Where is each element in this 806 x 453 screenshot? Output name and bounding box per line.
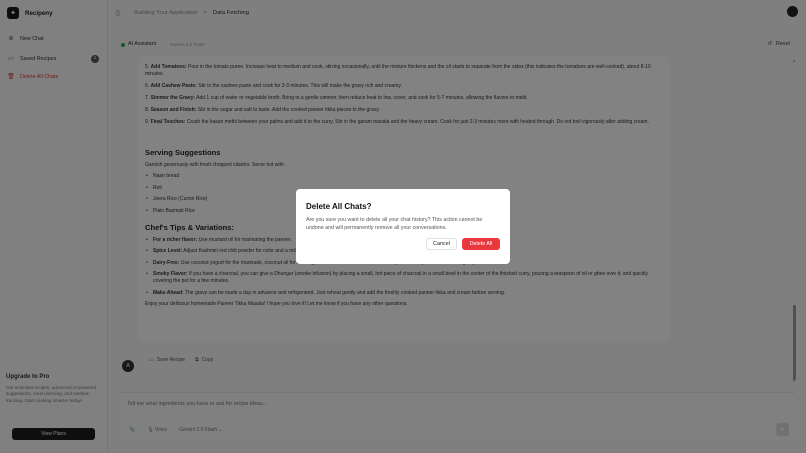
dialog-title: Delete All Chats? (306, 202, 372, 211)
delete-all-button[interactable]: Delete All (462, 238, 500, 250)
cancel-button[interactable]: Cancel (426, 238, 457, 250)
dialog-message: Are you sure you want to delete all your… (306, 217, 483, 231)
dialog-actions: Cancel Delete All (426, 238, 500, 250)
delete-all-dialog: Delete All Chats? Are you sure you want … (296, 189, 510, 264)
